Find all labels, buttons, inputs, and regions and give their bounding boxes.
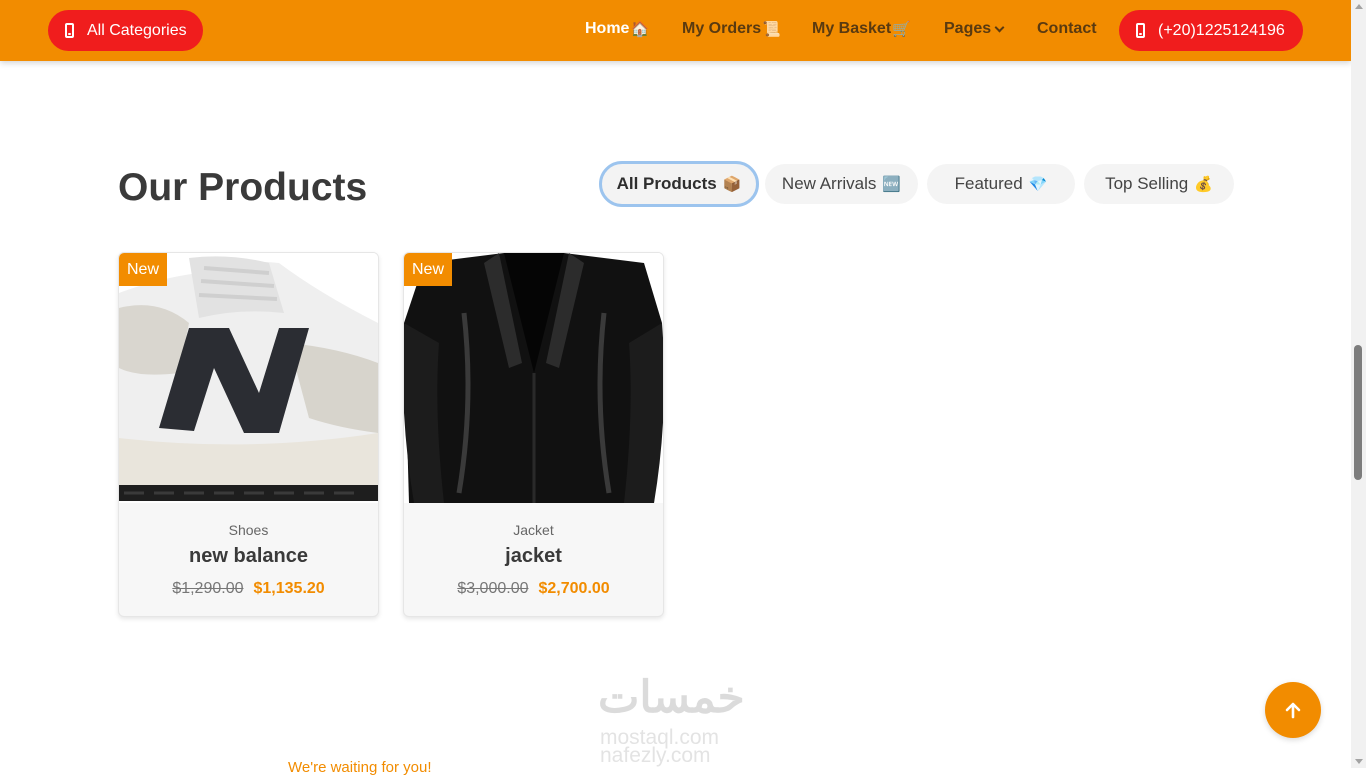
all-categories-label: All Categories xyxy=(87,21,187,39)
leather-jacket-image xyxy=(404,253,663,503)
nav-my-orders[interactable]: My Orders 📜 xyxy=(682,20,781,38)
product-card[interactable]: New Jacket jacket $3,000.00 $2,700.00 xyxy=(403,252,664,617)
house-icon: 🏠 xyxy=(630,21,650,38)
product-category: Shoes xyxy=(228,522,269,538)
sale-price: $1,135.20 xyxy=(253,580,325,597)
phone-number: (+20)1225124196 xyxy=(1158,21,1285,39)
top-navbar: All Categories Home 🏠 My Orders 📜 My Baske… xyxy=(0,0,1351,61)
product-name[interactable]: jacket xyxy=(404,545,663,568)
tab-featured-label: Featured xyxy=(954,174,1023,193)
tab-new-arrivals[interactable]: New Arrivals 🆕 xyxy=(765,164,918,204)
nav-contact-label: Contact xyxy=(1037,20,1097,37)
nav-my-basket[interactable]: My Basket 🛒 xyxy=(812,20,911,38)
scrollbar-thumb[interactable] xyxy=(1354,345,1362,480)
nav-my-basket-label: My Basket xyxy=(812,20,892,37)
section-title: Our Products xyxy=(118,166,368,209)
page-scrollbar[interactable] xyxy=(1351,0,1366,768)
nav-pages-dropdown[interactable]: Pages xyxy=(944,20,1005,38)
watermark-url: nafezly.com xyxy=(600,744,711,767)
cart-icon: 🛒 xyxy=(892,21,911,38)
old-price: $3,000.00 xyxy=(457,580,529,597)
tab-new-arrivals-label: New Arrivals xyxy=(781,174,877,193)
phone-button[interactable]: (+20)1225124196 xyxy=(1119,10,1303,51)
nav-my-orders-label: My Orders xyxy=(682,20,762,37)
sale-price: $2,700.00 xyxy=(538,580,610,597)
tab-top-selling-label: Top Selling xyxy=(1105,174,1189,193)
money-bag-icon: 💰 xyxy=(1194,176,1213,193)
scroll-down-arrow-icon[interactable] xyxy=(1355,759,1363,764)
product-image-sneaker[interactable] xyxy=(119,253,378,503)
mobile-icon xyxy=(65,23,74,38)
back-to-top-button[interactable] xyxy=(1265,682,1321,738)
watermark: خمسات mostaql.com nafezly.com xyxy=(598,672,770,768)
sneaker-image xyxy=(119,253,378,503)
new-badge: New xyxy=(119,253,167,286)
product-price: $1,290.00 $1,135.20 xyxy=(119,580,378,598)
chevron-down-icon xyxy=(994,22,1005,32)
arrow-up-icon xyxy=(1285,702,1301,719)
gem-icon: 💎 xyxy=(1028,176,1048,193)
old-price: $1,290.00 xyxy=(172,580,244,597)
scroll-icon: 📜 xyxy=(762,21,781,38)
package-icon: 📦 xyxy=(722,176,742,193)
product-price: $3,000.00 $2,700.00 xyxy=(404,580,663,598)
scroll-up-arrow-icon[interactable] xyxy=(1355,4,1363,9)
new-icon: 🆕 xyxy=(882,176,902,193)
tab-featured[interactable]: Featured 💎 xyxy=(927,164,1075,204)
product-name[interactable]: new balance xyxy=(119,545,378,568)
all-categories-button[interactable]: All Categories xyxy=(48,10,203,51)
new-badge: New xyxy=(404,253,452,286)
nav-home-label: Home xyxy=(585,20,630,37)
product-card[interactable]: New Shoes new balance $1,290.00 $1,135.20 xyxy=(118,252,379,617)
mobile-icon xyxy=(1136,23,1145,38)
nav-pages-label: Pages xyxy=(944,20,992,37)
tab-all-products-label: All Products xyxy=(616,174,717,193)
tab-top-selling[interactable]: Top Selling 💰 xyxy=(1084,164,1234,204)
nav-contact[interactable]: Contact xyxy=(1037,20,1097,38)
product-image-jacket[interactable] xyxy=(404,253,663,503)
product-category: Jacket xyxy=(513,522,554,538)
nav-home[interactable]: Home 🏠 xyxy=(585,20,649,38)
tab-all-products[interactable]: All Products 📦 xyxy=(599,161,759,207)
watermark-logo: خمسات xyxy=(598,673,745,722)
